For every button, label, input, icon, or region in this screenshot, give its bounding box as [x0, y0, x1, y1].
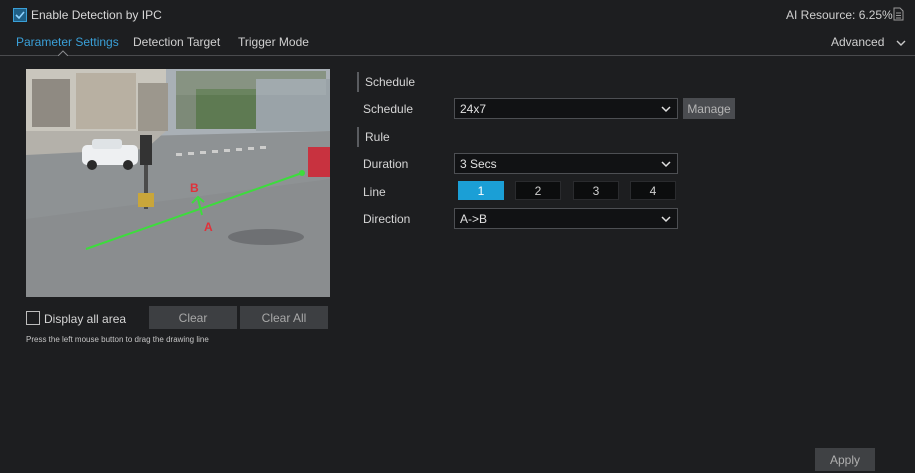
direction-select[interactable]: A->B	[454, 208, 678, 229]
checkmark-icon	[15, 11, 25, 20]
line-option-2[interactable]: 2	[515, 181, 561, 200]
display-all-area-label: Display all area	[44, 312, 127, 326]
chevron-down-icon	[661, 106, 671, 113]
drawing-overlay[interactable]	[26, 69, 330, 297]
duration-label: Duration	[363, 157, 409, 171]
clear-all-button[interactable]: Clear All	[240, 306, 328, 329]
direction-label: Direction	[363, 212, 411, 226]
direction-arrow	[197, 198, 203, 216]
apply-button[interactable]: Apply	[815, 448, 875, 471]
ai-resource-label: AI Resource: 6.25%	[786, 8, 893, 22]
active-tab-caret-icon	[58, 50, 68, 56]
camera-preview[interactable]: B A	[26, 69, 330, 297]
tab-parameter-settings[interactable]: Parameter Settings	[16, 35, 119, 49]
display-all-area-checkbox[interactable]	[26, 311, 40, 325]
schedule-section-title: Schedule	[357, 72, 415, 92]
enable-detection-checkbox[interactable]	[13, 8, 27, 22]
clear-button[interactable]: Clear	[149, 306, 237, 329]
tab-detection-target[interactable]: Detection Target	[133, 35, 220, 49]
schedule-select[interactable]: 24x7	[454, 98, 678, 119]
drawing-hint: Press the left mouse button to drag the …	[26, 335, 209, 344]
line-label: Line	[363, 185, 386, 199]
line-end-handle[interactable]	[299, 170, 305, 176]
document-icon[interactable]	[893, 7, 904, 21]
marker-a: A	[204, 220, 213, 234]
top-bar: Enable Detection by IPC AI Resource: 6.2…	[0, 0, 915, 30]
duration-value: 3 Secs	[460, 156, 497, 171]
enable-detection-label: Enable Detection by IPC	[31, 8, 162, 22]
advanced-menu[interactable]: Advanced	[831, 35, 884, 49]
line-option-4[interactable]: 4	[630, 181, 676, 200]
chevron-down-icon	[661, 161, 671, 168]
rule-section-title: Rule	[357, 127, 390, 147]
schedule-value: 24x7	[460, 101, 487, 116]
manage-button[interactable]: Manage	[683, 98, 735, 119]
chevron-down-icon	[661, 216, 671, 223]
line-option-1[interactable]: 1	[458, 181, 504, 200]
marker-b: B	[190, 181, 199, 195]
schedule-label: Schedule	[363, 102, 414, 116]
tab-trigger-mode[interactable]: Trigger Mode	[238, 35, 309, 49]
chevron-down-icon[interactable]	[896, 40, 906, 47]
duration-select[interactable]: 3 Secs	[454, 153, 678, 174]
direction-value: A->B	[460, 211, 488, 226]
line-option-3[interactable]: 3	[573, 181, 619, 200]
tab-bar: Parameter Settings Detection Target Trig…	[0, 30, 915, 56]
